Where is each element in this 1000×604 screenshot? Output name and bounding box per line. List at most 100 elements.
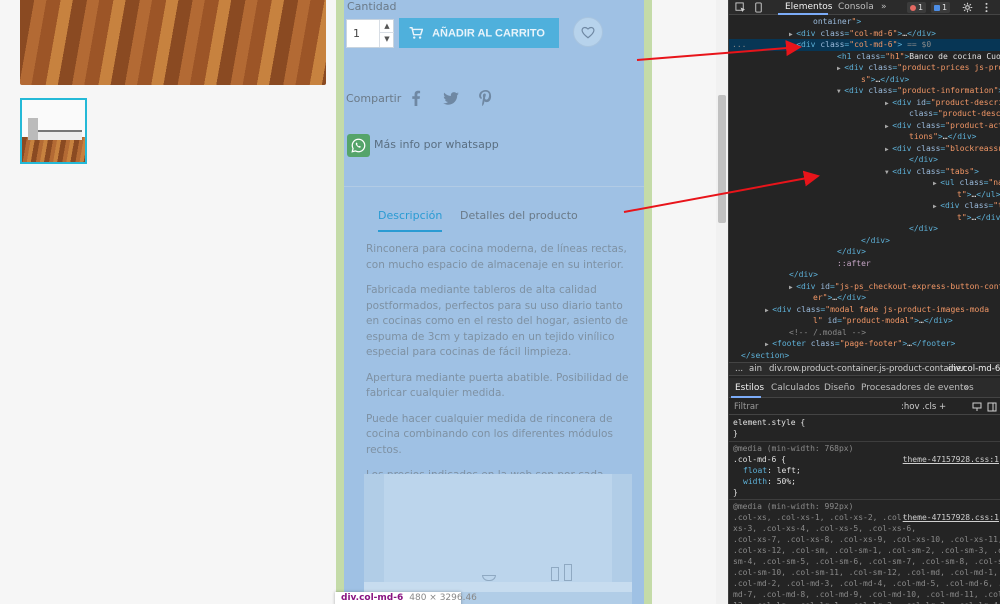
- filter-tools[interactable]: :hov .cls +: [901, 402, 946, 412]
- error-badge[interactable]: 1: [907, 2, 927, 13]
- media-query: @media (min-width: 992px): [733, 502, 854, 511]
- dom-node[interactable]: ▼ <div class="tabs">: [729, 166, 1000, 178]
- css-selector-line[interactable]: 12, .col-lg, .col-lg-1, .col-lg-2, .col-…: [729, 600, 1000, 604]
- breadcrumb-item-active[interactable]: div.col-md-6: [948, 363, 1000, 375]
- chevron-up-icon[interactable]: ▲: [380, 20, 394, 33]
- dom-node[interactable]: </div>: [729, 246, 1000, 258]
- tab-elementos[interactable]: Elementos: [785, 2, 832, 12]
- breadcrumb-item[interactable]: div.row.product-container.js-product-con…: [769, 363, 965, 375]
- dom-node[interactable]: ▶ <footer class="page-footer">…</footer>: [729, 338, 1000, 350]
- dom-node[interactable]: ▶ <div class="blockreassurance_product">…: [729, 143, 1000, 155]
- chevron-down-icon[interactable]: ▼: [380, 33, 394, 46]
- tab-detalles-producto[interactable]: Detalles del producto: [460, 209, 578, 222]
- dom-node[interactable]: ▶ <ul class="nav nav-tabs" role="tablis: [729, 177, 1000, 189]
- whatsapp-link[interactable]: Más info por whatsapp: [374, 138, 499, 151]
- dom-node[interactable]: <h1 class="h1">Banco de cocina Cuore</h1…: [729, 51, 1000, 63]
- pinterest-icon[interactable]: [473, 86, 497, 110]
- dom-node[interactable]: ▶ <div id="js-ps_checkout-express-button…: [729, 281, 1000, 293]
- tab-diseno[interactable]: Diseño: [824, 383, 855, 393]
- description-paragraph: Apertura mediante puerta abatible. Posib…: [366, 371, 629, 400]
- add-to-cart-button[interactable]: AÑADIR AL CARRITO: [399, 18, 559, 48]
- dom-node[interactable]: tions">…</div>: [729, 131, 1000, 143]
- styles-filter-input[interactable]: Filtrar: [734, 402, 759, 412]
- devtools-panel: Elementos Consola » 1 1 ontainer"> ▶ <div…: [728, 0, 1000, 604]
- css-selector-line[interactable]: .col-xs-12, .col-sm, .col-sm-1, .col-sm-…: [729, 545, 1000, 556]
- dom-node-selected[interactable]: ... ▼ <div class="col-md-6"> == $0: [729, 39, 1000, 51]
- message-badge[interactable]: 1: [931, 2, 951, 13]
- dom-node[interactable]: t">…</ul>: [729, 189, 1000, 201]
- quantity-stepper[interactable]: 1 ▲ ▼: [346, 19, 394, 48]
- tab-calculados[interactable]: Calculados: [771, 383, 820, 393]
- dom-node[interactable]: ::after: [729, 258, 1000, 270]
- dom-node[interactable]: l" id="product-modal">…</div>: [729, 315, 1000, 327]
- product-description: Rinconera para cocina moderna, de líneas…: [366, 242, 634, 509]
- cart-icon: [409, 26, 423, 39]
- dom-node[interactable]: class="product-description">…</div>: [729, 108, 1000, 120]
- scrollbar-thumb[interactable]: [718, 95, 726, 223]
- error-count: 1: [918, 3, 924, 12]
- product-images: [0, 0, 336, 604]
- css-selector[interactable]: .col-md-6 {theme-47157928.css:1: [729, 454, 1000, 465]
- dom-node[interactable]: ▶ <div id="product-description-short-100…: [729, 97, 1000, 109]
- whatsapp-icon[interactable]: [347, 134, 370, 157]
- dom-node[interactable]: er">…</div>: [729, 292, 1000, 304]
- gear-icon[interactable]: [962, 2, 973, 13]
- dom-tree[interactable]: ontainer"> ▶ <div class="col-md-6">…</div…: [729, 16, 1000, 361]
- device-toolbar-icon[interactable]: [753, 2, 764, 13]
- dom-node[interactable]: </section>: [729, 350, 1000, 362]
- facebook-icon[interactable]: [404, 86, 428, 110]
- dom-node[interactable]: ontainer">: [729, 16, 1000, 28]
- css-selector-line[interactable]: sm-4, .col-sm-5, .col-sm-6, .col-sm-7, .…: [729, 556, 1000, 567]
- paint-icon[interactable]: [972, 402, 982, 412]
- dom-node[interactable]: ▶ <div class="modal fade js-product-imag…: [729, 304, 1000, 316]
- dom-node[interactable]: </div>: [729, 223, 1000, 235]
- css-property[interactable]: width: 50%;: [729, 476, 1000, 487]
- tab-procesadores-eventos[interactable]: Procesadores de eventos: [861, 383, 974, 393]
- add-to-cart-label: AÑADIR AL CARRITO: [432, 27, 545, 39]
- breadcrumb-item[interactable]: ain: [749, 363, 762, 375]
- page-scrollbar[interactable]: [716, 0, 728, 604]
- devtools-toolbar: Elementos Consola » 1 1: [729, 0, 1000, 15]
- quantity-value[interactable]: 1: [353, 27, 360, 40]
- stylesheet-link[interactable]: theme-47157928.css:1: [903, 512, 999, 523]
- css-selector-line[interactable]: .col-xs-7, .col-xs-8, .col-xs-9, .col-xs…: [729, 534, 1000, 545]
- tooltip-element-size: 480 × 3296.46: [409, 593, 477, 603]
- css-property[interactable]: float: left;: [729, 465, 1000, 476]
- dom-node[interactable]: ▼ <div class="product-information">: [729, 85, 1000, 97]
- tab-estilos[interactable]: Estilos: [735, 383, 764, 393]
- dom-node[interactable]: t">…</div>: [729, 212, 1000, 224]
- twitter-icon[interactable]: [439, 86, 463, 110]
- dom-node[interactable]: <!-- /.modal -->: [729, 327, 1000, 339]
- css-selector-line[interactable]: .col-xs, .col-xs-1, .col-xs-2, .col-them…: [729, 512, 1000, 523]
- more-style-tabs-button[interactable]: »: [964, 383, 970, 393]
- dom-node[interactable]: </div>: [729, 269, 1000, 281]
- dom-node[interactable]: ▶ <div class="col-md-6">…</div>: [729, 28, 1000, 40]
- breadcrumb-item[interactable]: ...: [735, 363, 743, 375]
- stylesheet-link[interactable]: theme-47157928.css:1: [903, 454, 999, 465]
- tab-descripcion[interactable]: Descripción: [378, 209, 443, 232]
- description-image: [364, 474, 632, 604]
- wishlist-button[interactable]: [573, 17, 603, 47]
- more-options-icon[interactable]: [981, 2, 992, 13]
- dom-node[interactable]: ▶ <div class="product-actions js-product…: [729, 120, 1000, 132]
- more-tabs-button[interactable]: »: [881, 2, 887, 12]
- description-paragraph: Puede hacer cualquier medida de rinconer…: [366, 412, 613, 456]
- product-main-image[interactable]: [20, 0, 326, 85]
- css-selector-line[interactable]: .col-md-2, .col-md-3, .col-md-4, .col-md…: [729, 578, 1000, 589]
- element-style-rule[interactable]: element.style {: [729, 417, 1000, 428]
- dom-node[interactable]: ▶ <div class="tab-content" id="tab-conte…: [729, 200, 1000, 212]
- inspect-element-icon[interactable]: [735, 2, 746, 13]
- dom-node[interactable]: </div>: [729, 235, 1000, 247]
- tab-consola[interactable]: Consola: [838, 2, 874, 12]
- dom-node[interactable]: ▶ <div class="product-prices js-product-…: [729, 62, 1000, 74]
- sidebar-toggle-icon[interactable]: [987, 402, 997, 412]
- dom-node[interactable]: s">…</div>: [729, 74, 1000, 86]
- product-thumbnail[interactable]: [20, 98, 87, 164]
- css-rules: element.style { } @media (min-width: 768…: [729, 416, 1000, 604]
- heart-icon: [581, 26, 595, 38]
- css-selector-line[interactable]: xs-3, .col-xs-4, .col-xs-5, .col-xs-6,: [729, 523, 1000, 534]
- css-selector-line[interactable]: md-7, .col-md-8, .col-md-9, .col-md-10, …: [729, 589, 1000, 600]
- css-selector-line[interactable]: .col-sm-10, .col-sm-11, .col-sm-12, .col…: [729, 567, 1000, 578]
- product-info-column: Cantidad 1 ▲ ▼ AÑADIR AL CARRITO Compart…: [344, 0, 644, 604]
- dom-node[interactable]: </div>: [729, 154, 1000, 166]
